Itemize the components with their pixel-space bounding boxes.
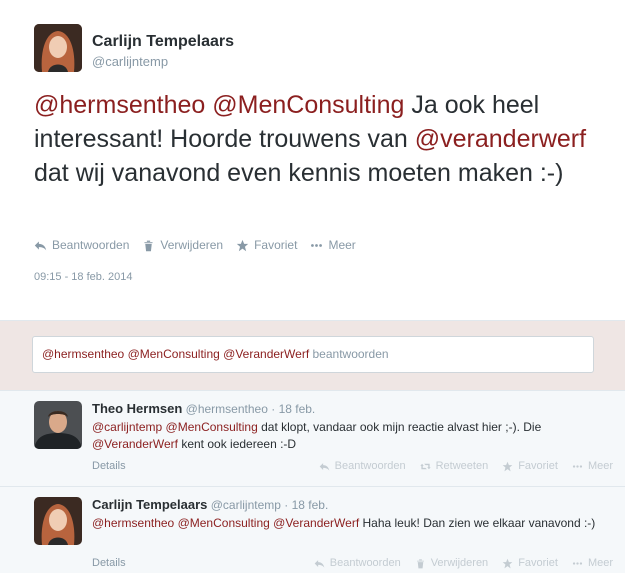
favorite-button[interactable]: Favoriet [502,460,558,472]
mention-link[interactable]: @MenConsulting [212,91,404,119]
retweet-label: Retweeten [435,460,489,472]
mention-link[interactable]: @hermsentheo [92,516,174,530]
mention-link[interactable]: @hermsentheo [34,91,205,119]
reply-button[interactable]: Beantwoorden [314,557,401,569]
mention-link: @hermsentheo [42,347,125,361]
more-dots-icon [572,561,583,565]
more-dots-icon [572,464,583,468]
tweet-actions: Beantwoorden Verwijderen Favoriet Meer [34,238,356,252]
mention-link[interactable]: @VeranderWerf [273,516,359,530]
reply-label: Beantwoorden [329,557,401,569]
user-handle[interactable]: @carlijntemp [92,54,168,69]
avatar[interactable] [34,497,82,545]
more-label: Meer [587,557,613,569]
reply-button[interactable]: Beantwoorden [319,460,406,472]
favorite-button[interactable]: Favoriet [502,557,558,569]
reply-date[interactable]: · 18 feb. [284,498,328,512]
reply-text: @carlijntemp @MenConsulting dat klopt, v… [92,419,612,453]
user-name[interactable]: Carlijn Tempelaars [92,497,207,512]
mention-link: @VeranderWerf [223,347,310,361]
reply-tweet: Carlijn Tempelaars @carlijntemp · 18 feb… [0,486,625,573]
favorite-button[interactable]: Favoriet [236,238,297,252]
retweet-button[interactable]: Retweeten [419,460,489,472]
reply-header: Carlijn Tempelaars @carlijntemp · 18 feb… [92,497,328,512]
user-name[interactable]: Carlijn Tempelaars [92,33,234,51]
more-button[interactable]: Meer [572,460,613,472]
mention-link[interactable]: @VeranderWerf [92,437,178,451]
more-dots-icon [311,243,323,247]
delete-button[interactable]: Verwijderen [142,238,223,252]
reply-icon [314,559,325,568]
reply-input[interactable]: @hermsentheo @MenConsulting @VeranderWer… [32,336,594,373]
tweet-text-segment: dat wij vanavond even kennis moeten make… [34,159,564,187]
user-handle[interactable]: @carlijntemp [211,498,281,512]
reply-label: Beantwoorden [52,238,130,252]
reply-icon [319,462,329,471]
more-label: Meer [587,460,613,472]
delete-button[interactable]: Verwijderen [415,557,488,569]
reply-actions: Beantwoorden Retweeten Favoriet Meer [319,460,613,472]
reply-button[interactable]: Beantwoorden [34,238,129,252]
mention-link[interactable]: @MenConsulting [178,516,270,530]
tweet-timestamp[interactable]: 09:15 - 18 feb. 2014 [34,271,132,283]
reply-compose-area: @hermsentheo @MenConsulting @VeranderWer… [0,320,625,390]
star-icon [236,239,249,251]
star-icon [502,558,513,568]
mention-link: @MenConsulting [127,347,220,361]
delete-label: Verwijderen [160,238,224,252]
mention-link[interactable]: @carlijntemp [92,420,162,434]
more-button[interactable]: Meer [572,557,613,569]
reply-placeholder: beantwoorden [312,347,389,361]
reply-text-segment: dat klopt, vandaar ook mijn reactie alva… [257,420,542,434]
main-tweet: Carlijn Tempelaars @carlijntemp @hermsen… [0,0,625,320]
avatar[interactable] [34,24,82,72]
reply-text: @hermsentheo @MenConsulting @VeranderWer… [92,515,612,532]
star-icon [502,461,513,471]
user-name[interactable]: Theo Hermsen [92,401,182,416]
more-button[interactable]: Meer [310,238,356,252]
trash-icon [144,240,153,251]
trash-icon [416,558,424,568]
reply-label: Beantwoorden [334,460,406,472]
reply-header: Theo Hermsen @hermsentheo · 18 feb. [92,401,315,416]
reply-icon [34,240,47,250]
delete-label: Verwijderen [430,557,489,569]
more-label: Meer [328,238,356,252]
reply-date[interactable]: · 18 feb. [271,402,315,416]
avatar[interactable] [34,401,82,449]
user-handle[interactable]: @hermsentheo [186,402,268,416]
favorite-label: Favoriet [518,460,558,472]
reply-text-segment: kent ook iedereen :-D [178,437,297,451]
retweet-icon [419,463,431,469]
reply-text-segment: Haha leuk! Dan zien we elkaar vanavond :… [359,516,596,530]
mention-link[interactable]: @veranderwerf [415,125,586,153]
favorite-label: Favoriet [254,238,298,252]
mention-link[interactable]: @MenConsulting [166,420,258,434]
favorite-label: Favoriet [518,557,558,569]
details-link[interactable]: Details [92,460,126,472]
tweet-text: @hermsentheo @MenConsulting Ja ook heel … [34,88,594,190]
reply-tweet: Theo Hermsen @hermsentheo · 18 feb. @car… [0,390,625,486]
reply-actions: Beantwoorden Verwijderen Favoriet Meer [314,557,613,569]
details-link[interactable]: Details [92,557,126,569]
